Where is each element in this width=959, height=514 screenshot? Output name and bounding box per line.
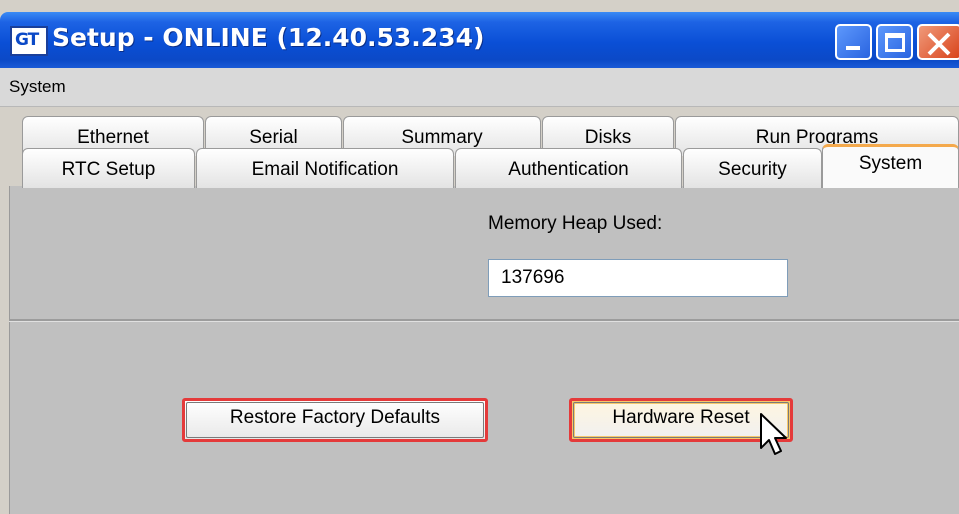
button-border bbox=[186, 402, 484, 438]
memory-heap-field[interactable]: 137696 bbox=[488, 259, 788, 297]
window-title: Setup - ONLINE (12.40.53.234) bbox=[52, 23, 485, 52]
tab-rtc-setup[interactable]: RTC Setup bbox=[22, 148, 195, 188]
setup-window: GT Setup - ONLINE (12.40.53.234) System … bbox=[0, 0, 959, 514]
tab-security[interactable]: Security bbox=[683, 148, 822, 188]
app-icon-text: GT bbox=[15, 30, 39, 50]
mouse-cursor-icon bbox=[760, 413, 787, 455]
menu-system[interactable]: System bbox=[9, 77, 66, 97]
close-icon bbox=[927, 32, 951, 56]
close-button[interactable] bbox=[917, 24, 959, 60]
title-bar[interactable]: GT Setup - ONLINE (12.40.53.234) bbox=[0, 12, 959, 68]
restore-factory-defaults-button[interactable]: Restore Factory Defaults bbox=[182, 398, 488, 442]
maximize-button[interactable] bbox=[876, 24, 913, 60]
tab-authentication[interactable]: Authentication bbox=[455, 148, 682, 188]
app-icon[interactable]: GT bbox=[10, 26, 48, 56]
tab-system[interactable]: System bbox=[822, 144, 959, 188]
minimize-button[interactable] bbox=[835, 24, 872, 60]
system-panel bbox=[9, 186, 959, 514]
panel-divider bbox=[9, 319, 959, 322]
menu-bar: System bbox=[0, 68, 959, 107]
tab-email-notification[interactable]: Email Notification bbox=[196, 148, 454, 188]
button-border bbox=[573, 402, 789, 438]
memory-heap-label: Memory Heap Used: bbox=[488, 213, 663, 234]
